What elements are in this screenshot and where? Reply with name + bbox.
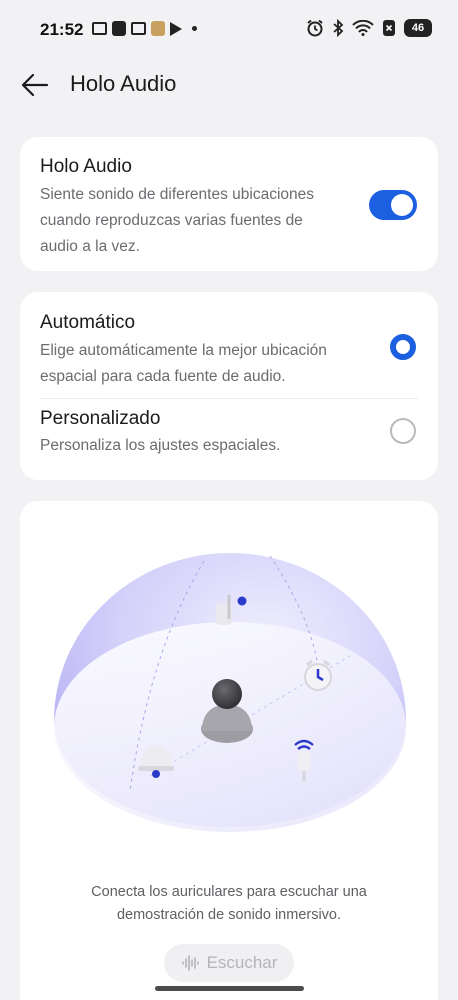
description-line: Personaliza los ajustes espaciales. — [40, 437, 281, 454]
alarm-clock-icon — [304, 659, 332, 691]
holo-audio-card: Holo Audio Siente sonido de diferentes u… — [20, 137, 438, 271]
spatial-mode-card: Automático Elige automáticamente la mejo… — [20, 292, 438, 480]
gmail-icon — [92, 22, 107, 35]
description-line: cuando reproduzcas varias fuentes de — [40, 212, 303, 229]
system-icons: 46 — [306, 19, 432, 37]
description-line: espacial para cada fuente de audio. — [40, 368, 286, 385]
option-custom-description: Personaliza los ajustes espaciales. — [40, 433, 380, 459]
play-icon — [170, 21, 182, 36]
holo-audio-description: Siente sonido de diferentes ubicaciones … — [40, 182, 370, 260]
description-line: Siente sonido de diferentes ubicaciones — [40, 186, 315, 203]
option-custom-title: Personalizado — [40, 408, 161, 429]
description-line: audio a la vez. — [40, 238, 140, 255]
radio-automatic[interactable] — [390, 334, 416, 360]
notification-icons — [92, 21, 197, 36]
spatial-audio-illustration — [54, 553, 406, 832]
page-title: Holo Audio — [70, 71, 177, 96]
tiktok-icon — [112, 21, 126, 36]
status-bar: 21:52 46 — [0, 0, 458, 60]
toggle-knob — [391, 194, 413, 216]
holo-audio-toggle[interactable] — [369, 190, 417, 220]
option-automatic-title: Automático — [40, 312, 136, 333]
home-indicator[interactable] — [155, 986, 304, 991]
alarm-icon — [307, 19, 323, 37]
option-automatic[interactable]: Automático Elige automáticamente la mejo… — [20, 292, 438, 398]
demo-caption: Conecta los auriculares para escuchar un… — [20, 881, 438, 927]
back-button[interactable] — [18, 70, 52, 100]
battery-icon: 46 — [404, 19, 432, 37]
demo-card: Conecta los auriculares para escuchar un… — [20, 501, 438, 1000]
option-automatic-description: Elige automáticamente la mejor ubicación… — [40, 338, 380, 390]
description-line: Elige automáticamente la mejor ubicación — [40, 342, 327, 359]
gmail-icon — [131, 22, 146, 35]
more-notifications-icon — [192, 26, 197, 31]
holo-audio-title: Holo Audio — [40, 156, 132, 177]
bluetooth-icon — [333, 19, 344, 37]
cake-icon — [151, 21, 165, 36]
caption-line: demostración de sonido inmersivo. — [116, 907, 342, 923]
arrow-left-icon — [21, 73, 49, 97]
waveform-icon — [181, 955, 199, 971]
app-header: Holo Audio — [0, 60, 458, 110]
sim-icon — [383, 20, 395, 36]
status-time: 21:52 — [40, 20, 84, 39]
listen-button-label: Escuchar — [206, 953, 278, 972]
radio-custom[interactable] — [390, 418, 416, 444]
wifi-icon — [352, 20, 374, 36]
listen-button[interactable]: Escuchar — [164, 944, 294, 982]
caption-line: Conecta los auriculares para escuchar un… — [91, 884, 367, 900]
option-custom[interactable]: Personalizado Personaliza los ajustes es… — [20, 399, 438, 480]
